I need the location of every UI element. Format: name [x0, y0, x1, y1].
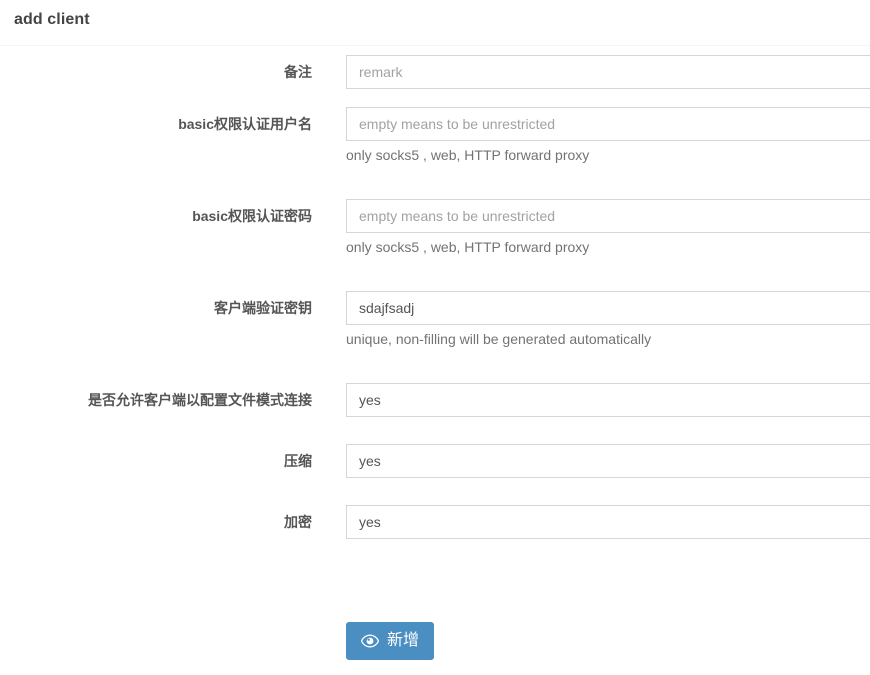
compress-select[interactable]: [346, 444, 870, 478]
control-wrap-compress: [346, 444, 870, 478]
help-client-verify-key: unique, non-filling will be generated au…: [346, 331, 652, 347]
label-basic-username: basic权限认证用户名: [178, 116, 312, 132]
label-compress: 压缩: [284, 453, 312, 469]
label-remark: 备注: [284, 64, 312, 80]
label-client-verify-key: 客户端验证密钥: [214, 300, 312, 316]
form-group-basic-username: basic权限认证用户名 only socks5 , web, HTTP for…: [0, 98, 870, 190]
allow-config-mode-select[interactable]: [346, 383, 870, 417]
label-allow-config-mode: 是否允许客户端以配置文件模式连接: [88, 392, 312, 408]
submit-button-label: 新增: [387, 632, 420, 649]
form-group-compress: 压缩: [0, 435, 870, 496]
box-header: add client: [0, 0, 870, 46]
label-encrypt: 加密: [284, 514, 312, 530]
control-wrap-encrypt: [346, 505, 870, 539]
submit-button[interactable]: 新增: [346, 622, 435, 660]
form-body: 备注 basic权限认证用户名 only socks5 , web, HTTP …: [0, 46, 870, 557]
control-wrap-allow-config-mode: [346, 383, 870, 417]
label-basic-password: basic权限认证密码: [192, 208, 312, 224]
help-basic-password: only socks5 , web, HTTP forward proxy: [346, 239, 590, 255]
control-wrap-remark: [346, 55, 870, 89]
add-client-form-box: add client 备注 basic权限认证用户名 only socks5 ,…: [0, 0, 870, 675]
form-group-basic-password: basic权限认证密码 only socks5 , web, HTTP forw…: [0, 190, 870, 282]
form-group-allow-config-mode: 是否允许客户端以配置文件模式连接: [0, 374, 870, 435]
eye-icon: [360, 634, 380, 648]
form-group-client-verify-key: 客户端验证密钥 unique, non-filling will be gene…: [0, 282, 870, 374]
control-wrap-basic-username: [346, 107, 870, 141]
page-title: add client: [14, 11, 90, 28]
basic-password-input[interactable]: [346, 199, 870, 233]
control-wrap-client-verify-key: [346, 291, 870, 325]
form-footer: 新增: [346, 622, 435, 660]
basic-username-input[interactable]: [346, 107, 870, 141]
encrypt-select[interactable]: [346, 505, 870, 539]
help-basic-username: only socks5 , web, HTTP forward proxy: [346, 147, 590, 163]
control-wrap-basic-password: [346, 199, 870, 233]
form-group-remark: 备注: [0, 46, 870, 98]
remark-input[interactable]: [346, 55, 870, 89]
client-verify-key-input[interactable]: [346, 291, 870, 325]
form-group-encrypt: 加密: [0, 496, 870, 557]
